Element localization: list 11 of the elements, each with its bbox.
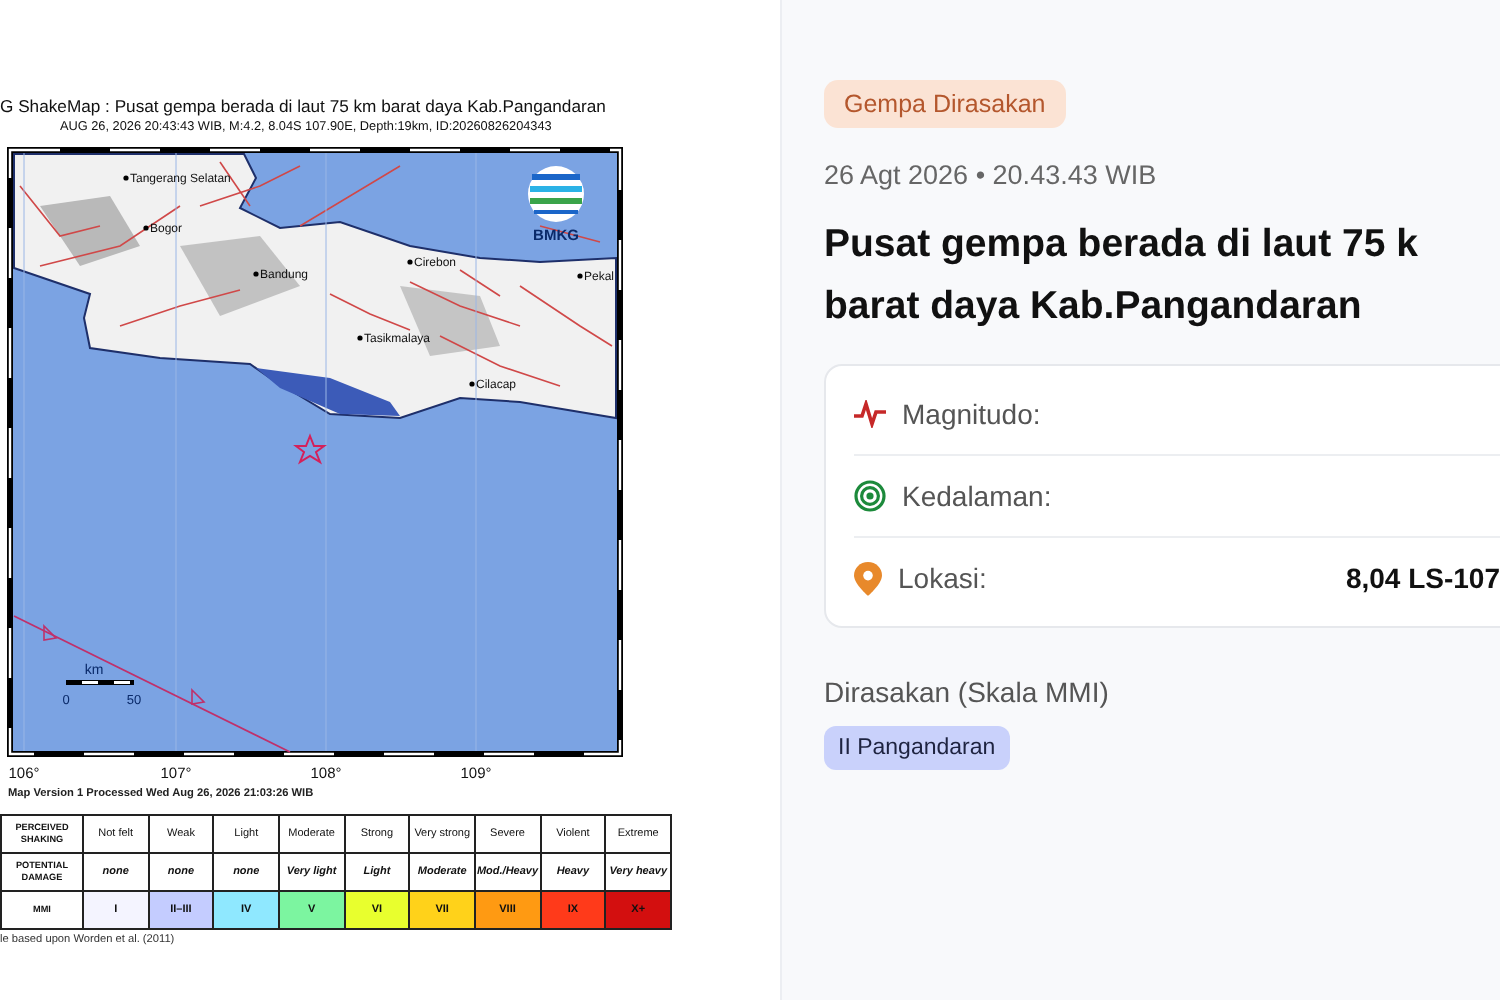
section-label: Dirasakan (Skala MMI): [824, 676, 1111, 708]
detail-label: Lokasi:: [898, 562, 989, 594]
map-title: G ShakeMap : Pusat gempa berada di laut 75 km barat daya Kab.Pangandaran: [0, 96, 608, 118]
headline: barat daya Kab.Pangandaran: [824, 282, 1364, 332]
detail-label: Kedalaman:: [902, 480, 1054, 512]
category-badge: Gempa Dirasakan: [824, 80, 1066, 128]
detail-value: 8,04 LS-107: [1345, 562, 1500, 594]
detail-label: Magnitudo:: [902, 398, 1043, 430]
region-tag: II Pangandaran: [824, 726, 1010, 770]
headline: Pusat gempa berada di laut 75 k: [824, 220, 1420, 270]
date-text: 26 Agt 2026 • 20.43.43 WIB: [824, 160, 1159, 190]
